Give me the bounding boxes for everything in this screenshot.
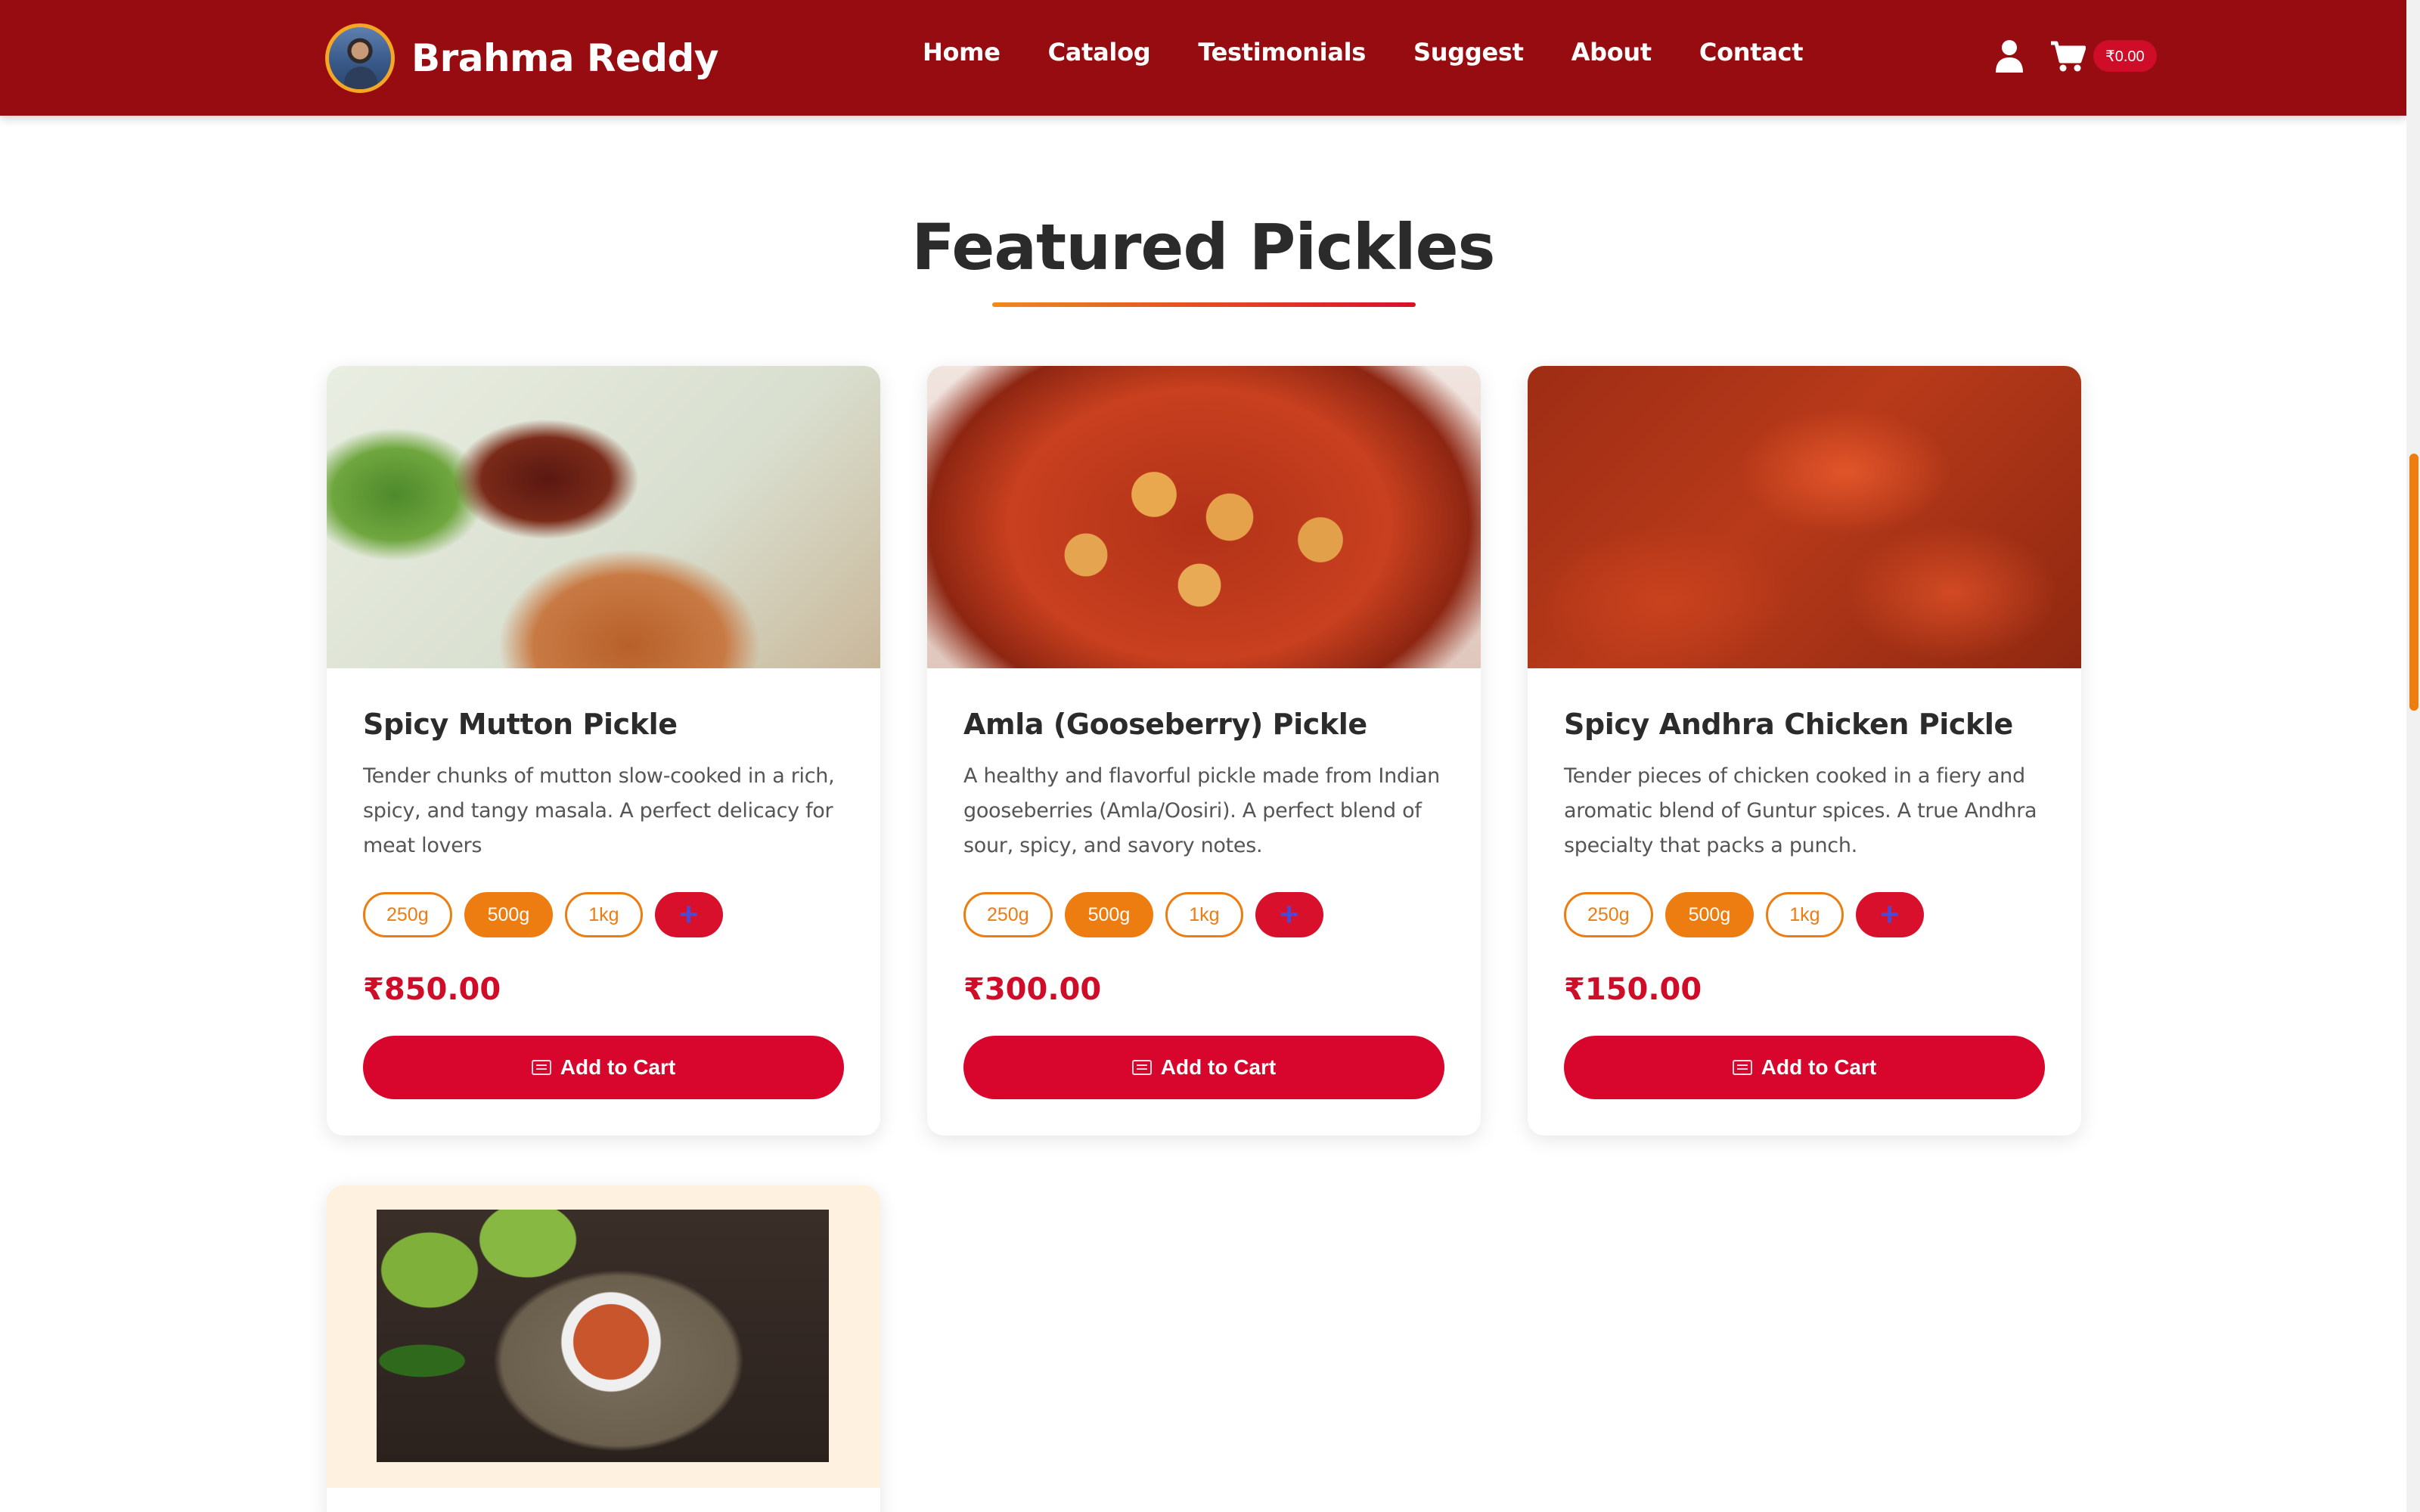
product-price: ₹150.00	[1564, 972, 1702, 1007]
cart-icon[interactable]	[2049, 40, 2086, 72]
cart-total-badge[interactable]: ₹0.00	[2093, 40, 2157, 72]
product-description: A healthy and flavorful pickle made from…	[963, 764, 1440, 857]
nav-about[interactable]: About	[1571, 38, 1652, 67]
nav-suggest[interactable]: Suggest	[1413, 38, 1524, 67]
product-card: Amla (Gooseberry) Pickle A healthy and f…	[927, 366, 1481, 1136]
site-header: Brahma Reddy Home Catalog Testimonials S…	[0, 0, 2406, 116]
add-size-button[interactable]: +	[1855, 892, 1924, 937]
product-image[interactable]	[377, 1210, 829, 1462]
add-to-cart-label: Add to Cart	[1761, 1055, 1877, 1079]
size-options: 250g 500g 1kg +	[1564, 892, 2045, 937]
brand-name: Brahma Reddy	[411, 36, 718, 80]
product-description: Tender chunks of mutton slow-cooked in a…	[363, 764, 835, 857]
add-to-cart-button[interactable]: Add to Cart	[963, 1036, 1444, 1099]
product-image[interactable]	[327, 366, 880, 668]
size-options: 250g 500g 1kg +	[963, 892, 1444, 937]
title-underline	[992, 302, 1416, 307]
add-to-cart-button[interactable]: Add to Cart	[363, 1036, 844, 1099]
product-image[interactable]	[927, 366, 1481, 668]
size-option[interactable]: 1kg	[1766, 892, 1844, 937]
size-option[interactable]: 250g	[363, 892, 452, 937]
product-card	[327, 1185, 880, 1512]
brand-avatar	[325, 23, 395, 93]
size-options: 250g 500g 1kg +	[363, 892, 844, 937]
nav-home[interactable]: Home	[923, 38, 1001, 67]
size-option[interactable]: 250g	[963, 892, 1053, 937]
add-to-cart-label: Add to Cart	[1160, 1055, 1277, 1079]
product-name: Spicy Mutton Pickle	[363, 708, 678, 741]
add-size-button[interactable]: +	[1255, 892, 1323, 937]
add-to-cart-label: Add to Cart	[560, 1055, 676, 1079]
product-description: Tender pieces of chicken cooked in a fie…	[1564, 764, 2037, 857]
product-price: ₹850.00	[363, 972, 501, 1007]
size-option[interactable]: 1kg	[565, 892, 643, 937]
size-option-selected[interactable]: 500g	[1064, 892, 1154, 937]
cart-icon	[1732, 1060, 1752, 1075]
scrollbar-track[interactable]	[2406, 0, 2420, 1512]
cart-icon	[1131, 1060, 1152, 1075]
main-nav: Home Catalog Testimonials Suggest About …	[923, 38, 1804, 67]
scrollbar-thumb[interactable]	[2409, 454, 2418, 711]
nav-contact[interactable]: Contact	[1699, 38, 1804, 67]
size-option-selected[interactable]: 500g	[1665, 892, 1754, 937]
product-name: Amla (Gooseberry) Pickle	[963, 708, 1367, 741]
user-icon[interactable]	[1995, 39, 2024, 73]
product-price: ₹300.00	[963, 972, 1102, 1007]
size-option[interactable]: 1kg	[1165, 892, 1243, 937]
add-to-cart-button[interactable]: Add to Cart	[1564, 1036, 2045, 1099]
nav-testimonials[interactable]: Testimonials	[1198, 38, 1366, 67]
header-actions: ₹0.00	[1995, 39, 2157, 73]
section-title: Featured Pickles	[911, 210, 1495, 284]
add-size-button[interactable]: +	[654, 892, 723, 937]
product-name: Spicy Andhra Chicken Pickle	[1564, 708, 2013, 741]
brand[interactable]: Brahma Reddy	[325, 23, 718, 93]
product-card: Spicy Mutton Pickle Tender chunks of mut…	[327, 366, 880, 1136]
size-option-selected[interactable]: 500g	[464, 892, 554, 937]
nav-catalog[interactable]: Catalog	[1048, 38, 1151, 67]
cart-icon	[531, 1060, 551, 1075]
product-card: Spicy Andhra Chicken Pickle Tender piece…	[1528, 366, 2081, 1136]
size-option[interactable]: 250g	[1564, 892, 1653, 937]
product-image[interactable]	[1528, 366, 2081, 668]
product-image-frame	[327, 1185, 880, 1488]
